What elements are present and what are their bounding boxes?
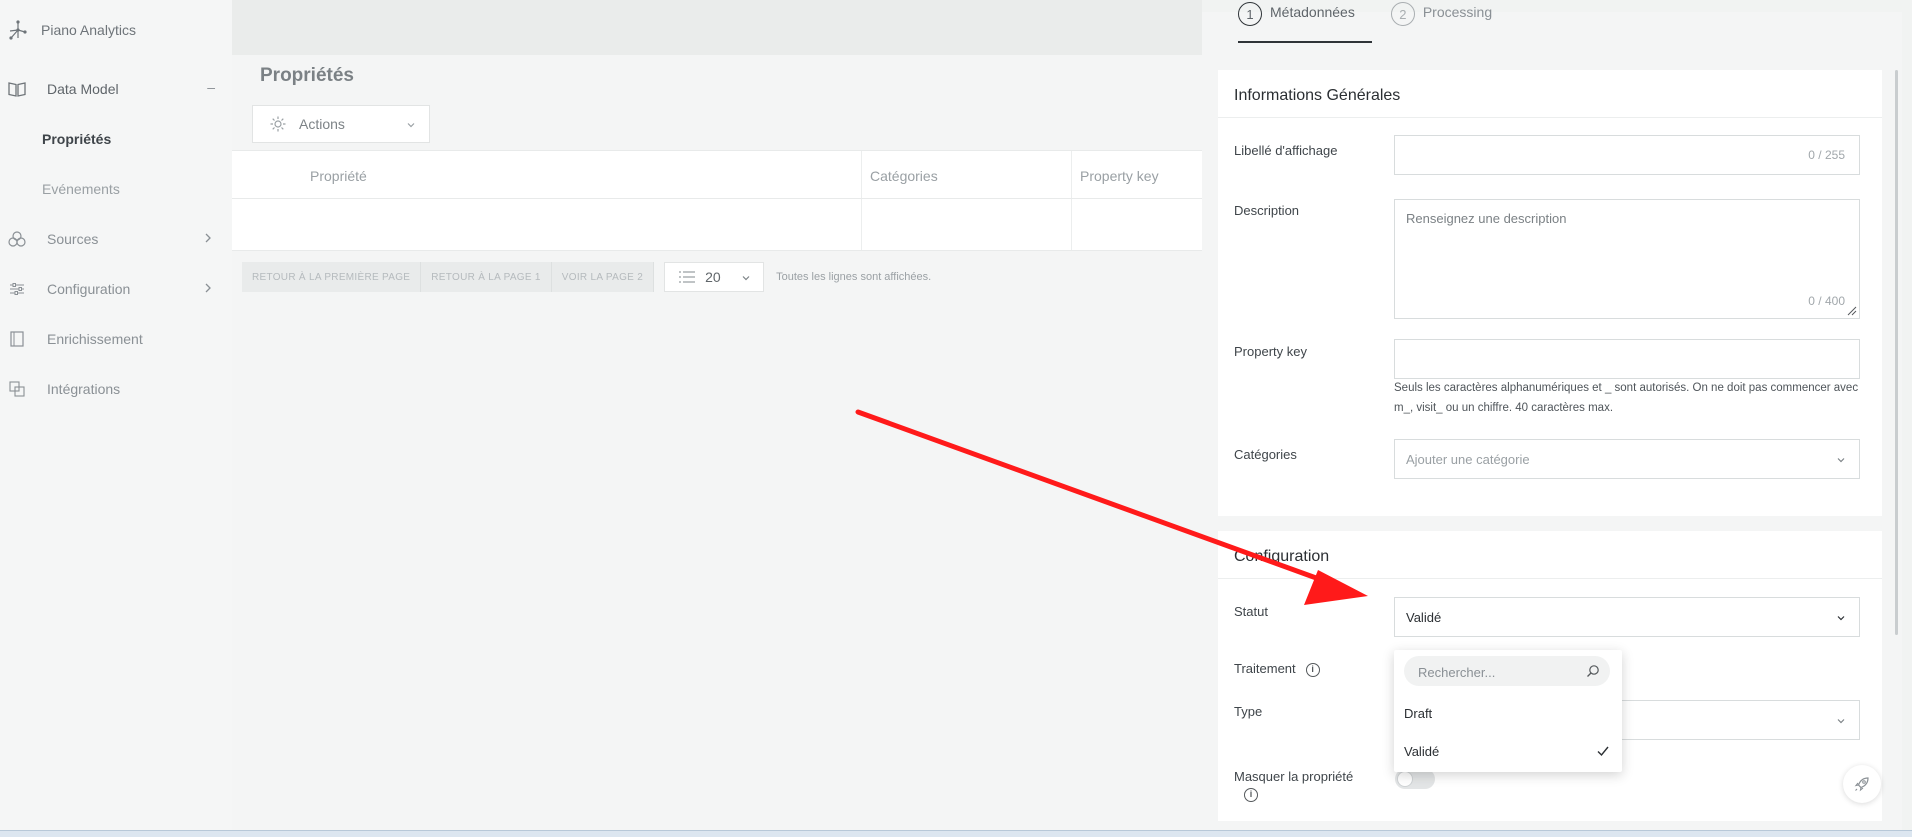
status-label: Statut [1234,604,1268,619]
option-label: Draft [1404,706,1433,721]
document-icon [7,329,27,349]
collapse-icon[interactable]: – [207,79,215,95]
search-placeholder: Rechercher... [1418,665,1496,680]
pagination-info: Toutes les lignes sont affichées. [776,271,932,283]
table-header: Propriété Catégories Property key [232,151,1202,199]
step-number: 1 [1238,2,1262,26]
previous-page-button[interactable]: RETOUR À LA PAGE 1 [421,262,552,292]
table-row [232,199,1202,251]
sidebar-subitem-evenements[interactable]: Evénements [42,181,120,197]
sliders-icon [7,279,27,299]
window-bottom-edge [0,830,1912,837]
top-bar [232,0,1202,55]
sidebar-item-configuration[interactable]: Configuration [0,264,232,314]
status-value: Validé [1406,610,1442,625]
description-textarea[interactable]: Renseignez une description 0 / 400 [1394,199,1860,319]
rows-per-page-select[interactable]: 20 [664,262,765,292]
step-processing[interactable]: 2 Processing [1390,0,1493,38]
properties-table: Propriété Catégories Property key [232,150,1202,251]
status-search-input[interactable]: Rechercher... [1404,656,1610,686]
card-title: Configuration [1218,531,1882,579]
sidebar-item-data-model[interactable]: Data Model – [0,64,232,114]
search-icon [1587,665,1599,677]
status-select[interactable]: Validé [1394,597,1860,637]
main-content: Propriétés Actions Propriété Catégories … [232,55,1202,837]
description-label: Description [1234,203,1300,218]
sidebar-item-label: Sources [47,231,99,247]
chevron-right-icon [205,233,211,243]
treatment-label-text: Traitement [1234,661,1296,676]
sidebar-item-label: Data Model [47,81,119,97]
pagination: RETOUR À LA PREMIÈRE PAGE RETOUR À LA PA… [242,262,931,292]
property-key-hint: Seuls les caractères alphanumériques et … [1394,382,1859,414]
list-icon [679,271,696,283]
type-label: Type [1234,704,1263,719]
book-icon [7,79,27,99]
page-title: Propriétés [260,65,354,86]
panel-scrollbar[interactable] [1895,70,1898,635]
general-info-card: Informations Générales Libellé d'afficha… [1218,70,1882,516]
char-counter: 0 / 255 [1808,148,1845,162]
column-header-propriete[interactable]: Propriété [232,151,862,198]
step-label: Processing [1422,4,1493,20]
display-label-label: Libellé d'affichage [1234,143,1338,158]
card-title: Informations Générales [1218,70,1882,118]
toggle-knob [1397,771,1413,787]
first-page-button[interactable]: RETOUR À LA PREMIÈRE PAGE [242,262,422,292]
stepper: 1 Métadonnées 2 Processing [1238,0,1528,45]
status-option-valide[interactable]: Validé [1404,744,1612,759]
info-icon[interactable]: i [1244,787,1258,802]
property-key-input[interactable] [1394,339,1860,379]
treatment-label: Traitement i [1234,661,1320,677]
column-header-categories[interactable]: Catégories [862,151,1072,198]
column-header-property-key[interactable]: Property key [1072,151,1202,198]
brand[interactable]: Piano Analytics [0,0,232,60]
app-name: Piano Analytics [41,22,136,38]
chevron-down-icon [1837,616,1845,621]
chevron-right-icon [205,283,211,293]
actions-button[interactable]: Actions [252,105,430,143]
description-placeholder: Renseignez une description [1406,211,1567,226]
piano-logo-icon [9,20,27,40]
sidebar-item-integrations[interactable]: Intégrations [0,364,232,414]
info-icon[interactable]: i [1305,662,1320,677]
step-metadonnees[interactable]: 1 Métadonnées [1238,0,1355,38]
actions-label: Actions [299,116,345,132]
categories-label: Catégories [1234,447,1297,462]
categories-select[interactable]: Ajouter une catégorie [1394,439,1860,479]
status-dropdown: Rechercher... Draft Validé [1394,650,1622,772]
display-label-input[interactable]: 0 / 255 [1394,135,1860,175]
sidebar-item-label: Enrichissement [47,331,143,347]
rocket-icon [1854,777,1869,792]
sidebar-subitem-proprietes[interactable]: Propriétés [42,131,111,147]
sources-icon [7,229,27,249]
categories-placeholder: Ajouter une catégorie [1406,452,1530,467]
char-counter: 0 / 400 [1808,294,1845,308]
status-option-draft[interactable]: Draft [1404,706,1612,721]
gear-icon [270,116,286,132]
active-step-indicator [1238,41,1372,43]
property-key-label: Property key [1234,344,1307,359]
check-icon [1597,746,1609,757]
chevron-down-icon [407,123,415,128]
option-label: Validé [1404,744,1440,759]
rows-per-page-value: 20 [705,269,721,285]
step-label: Métadonnées [1270,4,1355,20]
hide-property-label: Masquer la propriété i [1234,768,1394,802]
hide-property-toggle[interactable] [1395,769,1435,789]
launch-button[interactable] [1843,765,1881,803]
hide-property-label-text: Masquer la propriété [1234,769,1354,784]
sidebar-item-sources[interactable]: Sources [0,214,232,264]
step-number: 2 [1390,2,1415,26]
sidebar-item-label: Configuration [47,281,131,297]
integrations-icon [7,379,27,399]
resize-handle-icon[interactable] [1847,306,1857,316]
chevron-down-icon [1837,458,1845,463]
next-page-button[interactable]: VOIR LA PAGE 2 [551,262,655,292]
sidebar-item-enrichissement[interactable]: Enrichissement [0,314,232,364]
sidebar: Piano Analytics Data Model – Propriétés … [0,0,232,837]
sidebar-item-label: Intégrations [47,381,121,397]
chevron-down-icon [742,276,750,281]
chevron-down-icon [1837,719,1845,724]
